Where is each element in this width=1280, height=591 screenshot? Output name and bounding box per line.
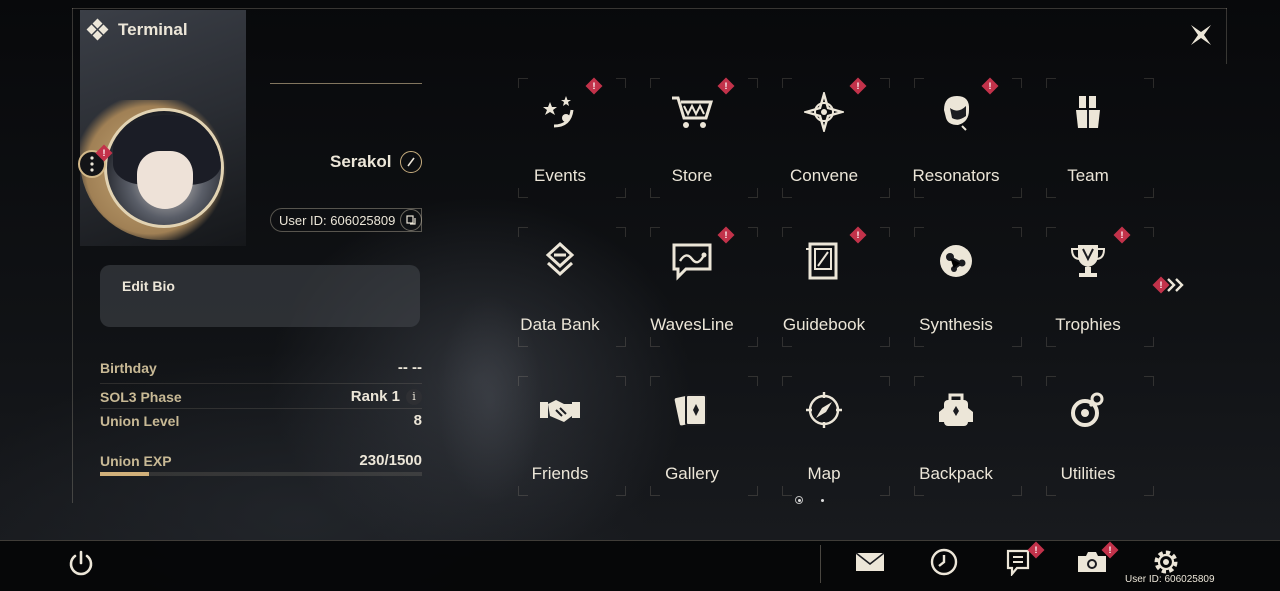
menu-tile-team[interactable]: Team bbox=[1022, 78, 1154, 198]
page-title: Terminal bbox=[86, 18, 188, 41]
menu-tile-label: Backpack bbox=[919, 464, 993, 483]
alert-badge: ! bbox=[585, 77, 603, 95]
events-icon bbox=[538, 90, 582, 134]
clock-icon bbox=[930, 548, 958, 576]
menu-tile-label: Trophies bbox=[1055, 315, 1121, 334]
mail-button[interactable] bbox=[853, 546, 887, 578]
clock-button[interactable] bbox=[927, 546, 961, 578]
menu-tile-data-bank[interactable]: Data Bank bbox=[494, 227, 626, 347]
camera-icon bbox=[1078, 552, 1106, 572]
pencil-icon bbox=[407, 157, 415, 167]
menu-tile-label: Guidebook bbox=[782, 315, 866, 334]
info-icon[interactable]: i bbox=[406, 388, 422, 405]
page-dot[interactable] bbox=[821, 498, 824, 502]
menu-tile-label: Gallery bbox=[665, 464, 719, 483]
menu-tile-label: Events bbox=[534, 166, 586, 185]
stat-union-exp: Union EXP 230/1500 bbox=[100, 452, 422, 469]
data-bank-icon bbox=[538, 239, 582, 283]
menu-tile-synthesis[interactable]: Synthesis bbox=[890, 227, 1022, 347]
bottom-user-id: User ID: 606025809 bbox=[1125, 574, 1215, 585]
frame-border-left bbox=[72, 8, 73, 503]
gallery-cards-icon bbox=[670, 388, 714, 432]
utilities-icon bbox=[1066, 388, 1110, 432]
menu-tile-wavesline[interactable]: WavesLine! bbox=[626, 226, 758, 347]
username: Serakol bbox=[330, 152, 392, 171]
page-indicator bbox=[795, 496, 824, 504]
menu-tile-friends[interactable]: Friends bbox=[494, 376, 626, 496]
alert-badge: ! bbox=[849, 226, 867, 244]
name-divider bbox=[270, 83, 422, 84]
user-id-text: User ID: 606025809 bbox=[279, 212, 396, 228]
stat-divider bbox=[100, 408, 422, 409]
stat-union-level: Union Level 8 bbox=[100, 412, 422, 429]
edit-bio-box[interactable]: Edit Bio bbox=[100, 265, 420, 327]
menu-tile-backpack[interactable]: Backpack bbox=[890, 376, 1022, 496]
copy-id-button[interactable] bbox=[400, 209, 422, 231]
menu-tile-label: Resonators bbox=[912, 166, 1000, 185]
more-dots-icon bbox=[90, 156, 94, 172]
double-chevron-right-icon bbox=[1167, 278, 1184, 292]
next-page-button[interactable] bbox=[1152, 274, 1188, 296]
page-dot-active[interactable] bbox=[795, 496, 803, 504]
convene-star-icon bbox=[802, 90, 846, 134]
menu-tile-store[interactable]: Store! bbox=[626, 77, 758, 198]
trophy-icon bbox=[1066, 239, 1110, 283]
backpack-icon bbox=[934, 388, 978, 432]
synthesis-icon bbox=[934, 239, 978, 283]
stat-birthday: Birthday -- -- bbox=[100, 359, 422, 376]
menu-tile-label: Utilities bbox=[1060, 464, 1116, 483]
bottom-bar-divider bbox=[820, 545, 821, 583]
resonator-head-icon bbox=[934, 90, 978, 134]
menu-tile-label: Friends bbox=[531, 464, 589, 483]
menu-tile-events[interactable]: Events! bbox=[494, 77, 626, 198]
menu-tile-utilities[interactable]: Utilities bbox=[1022, 376, 1154, 496]
alert-badge: ! bbox=[981, 77, 999, 95]
alert-badge: ! bbox=[849, 77, 867, 95]
menu-tile-label: Map bbox=[807, 464, 841, 483]
menu-tile-label: WavesLine bbox=[650, 315, 734, 334]
menu-tile-label: Synthesis bbox=[919, 315, 993, 334]
compass-icon bbox=[802, 388, 846, 432]
avatar[interactable] bbox=[104, 108, 224, 228]
alert-badge: ! bbox=[717, 226, 735, 244]
menu-tile-label: Data Bank bbox=[520, 315, 600, 334]
close-button[interactable] bbox=[1180, 14, 1222, 56]
close-icon bbox=[1191, 25, 1211, 45]
title-text: Terminal bbox=[118, 20, 188, 39]
alert-badge: ! bbox=[717, 77, 735, 95]
wavesline-chat-icon bbox=[670, 239, 714, 283]
mail-icon bbox=[855, 552, 885, 571]
frame-border-right bbox=[1226, 8, 1227, 64]
menu-tile-label: Store bbox=[671, 166, 713, 185]
power-icon bbox=[69, 550, 93, 576]
menu-tile-gallery[interactable]: Gallery bbox=[626, 376, 758, 496]
guidebook-icon bbox=[802, 239, 846, 283]
team-icon bbox=[1066, 90, 1110, 134]
stat-divider bbox=[100, 383, 422, 384]
notice-icon bbox=[1006, 549, 1030, 576]
menu-tile-label: Team bbox=[1067, 166, 1109, 185]
edit-bio-label: Edit Bio bbox=[122, 278, 175, 294]
store-cart-icon bbox=[670, 90, 714, 134]
copy-icon bbox=[406, 215, 416, 225]
menu-tile-map[interactable]: Map bbox=[758, 376, 890, 496]
menu-tile-trophies[interactable]: Trophies! bbox=[1022, 226, 1154, 347]
alert-badge: ! bbox=[1113, 226, 1131, 244]
settings-gear-icon bbox=[1154, 550, 1178, 574]
menu-tile-resonators[interactable]: Resonators! bbox=[890, 77, 1022, 198]
union-exp-bar bbox=[100, 472, 422, 476]
terminal-diamond-icon bbox=[86, 18, 109, 41]
edit-name-button[interactable] bbox=[400, 151, 422, 173]
union-exp-fill bbox=[100, 472, 150, 476]
menu-tile-label: Convene bbox=[789, 166, 859, 185]
handshake-icon bbox=[538, 388, 582, 432]
menu-tile-guidebook[interactable]: Guidebook! bbox=[758, 226, 890, 347]
stat-sol3-phase: SOL3 Phase Rank 1 i bbox=[100, 388, 422, 405]
menu-tile-convene[interactable]: Convene! bbox=[758, 77, 890, 198]
power-button[interactable] bbox=[64, 546, 98, 580]
